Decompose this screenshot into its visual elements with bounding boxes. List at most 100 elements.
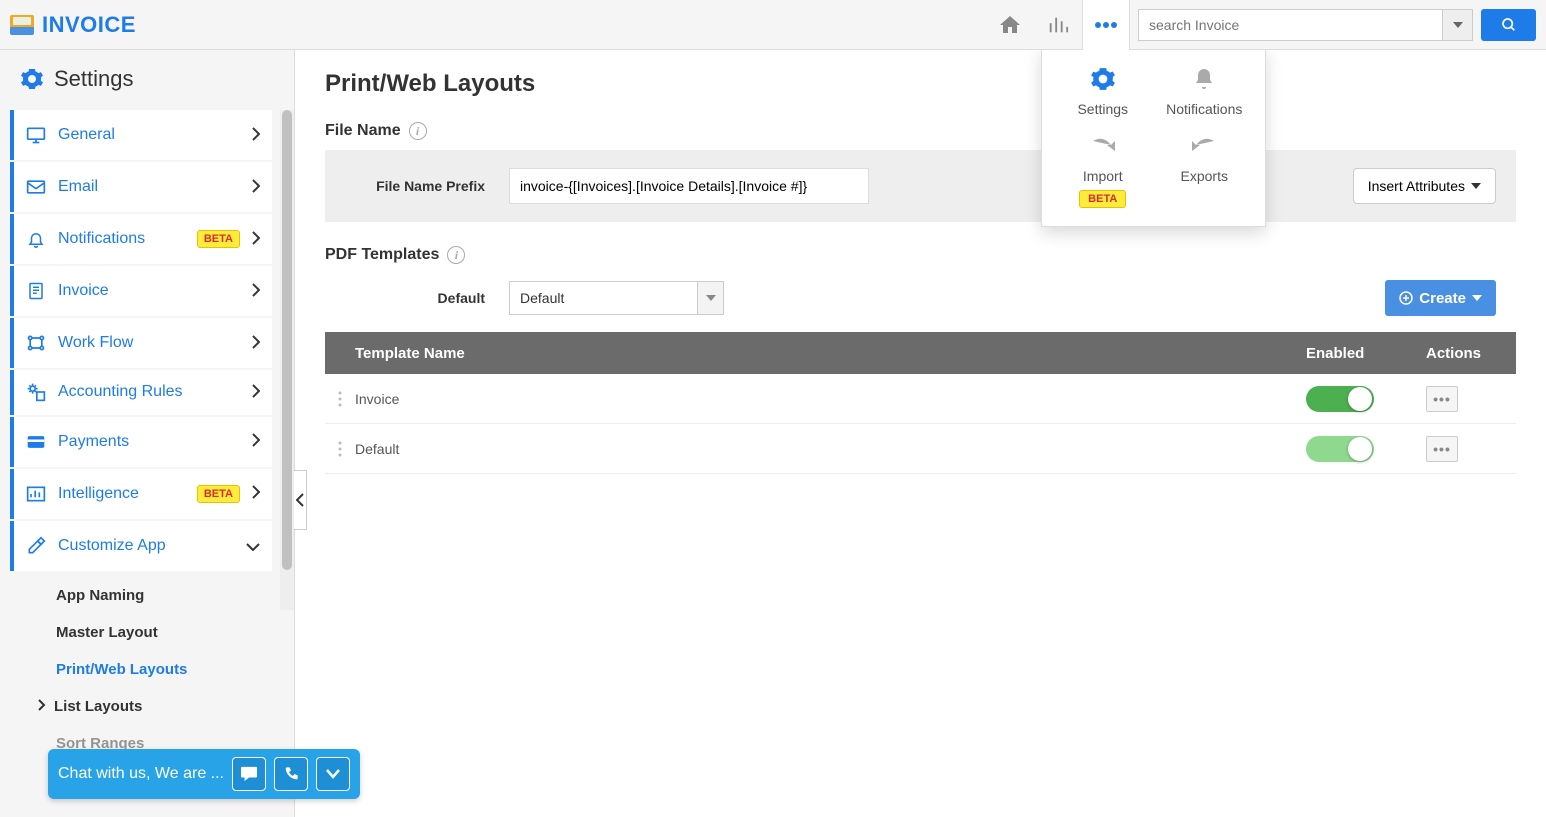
chevron-right-icon [252, 283, 260, 300]
th-template-name: Template Name [355, 345, 1306, 362]
sidebar-item-workflow[interactable]: Work Flow [10, 318, 272, 368]
enabled-toggle[interactable] [1306, 386, 1374, 412]
chart-icon[interactable] [1034, 0, 1082, 50]
file-name-prefix-input[interactable] [509, 168, 869, 204]
sub-item-label: List Layouts [54, 698, 142, 715]
info-icon[interactable]: i [447, 246, 465, 264]
chat-message-button[interactable] [232, 757, 266, 791]
sidebar-item-accounting-rules[interactable]: Accounting Rules [10, 370, 272, 415]
search-dropdown-toggle[interactable] [1443, 9, 1473, 41]
file-name-prefix-label: File Name Prefix [345, 178, 495, 194]
sidebar-header: Settings [0, 50, 294, 108]
mail-icon [26, 179, 46, 195]
sidebar-item-label: Email [58, 178, 240, 196]
default-template-row: Default Default Create [325, 274, 1516, 322]
workflow-icon [26, 334, 46, 352]
select-value: Default [520, 290, 564, 306]
sidebar-scroll[interactable]: General Email Notifications BETA Invoice [0, 108, 294, 817]
button-label: Insert Attributes [1368, 178, 1465, 194]
row-actions-button[interactable]: ••• [1426, 386, 1458, 412]
chevron-right-icon [252, 335, 260, 352]
insert-attributes-button[interactable]: Insert Attributes [1353, 168, 1496, 204]
sidebar-collapse-handle[interactable] [294, 470, 307, 530]
sub-item-list-layouts[interactable]: List Layouts [30, 688, 282, 725]
sidebar-item-notifications[interactable]: Notifications BETA [10, 214, 272, 264]
sidebar-item-intelligence[interactable]: Intelligence BETA [10, 469, 272, 519]
table-header: Template Name Enabled Actions [325, 332, 1516, 374]
search-button[interactable] [1481, 9, 1536, 41]
button-label: Create [1419, 290, 1466, 307]
beta-badge: BETA [1079, 190, 1126, 208]
dd-item-label: Notifications [1166, 101, 1242, 117]
analytics-icon [26, 485, 46, 503]
app-name: INVOICE [42, 12, 136, 38]
search-box [1138, 9, 1536, 41]
template-name: Default [355, 441, 1306, 457]
table-row: Invoice ••• [325, 374, 1516, 424]
gear-doc-icon [26, 382, 46, 402]
template-name: Invoice [355, 391, 1306, 407]
dd-item-label: Exports [1181, 168, 1228, 184]
chevron-right-icon [252, 179, 260, 196]
drag-handle-icon[interactable] [325, 441, 355, 457]
topbar: INVOICE [0, 0, 1546, 50]
drag-handle-icon[interactable] [325, 391, 355, 407]
section-label: File Name [325, 122, 401, 140]
table-row: Default ••• [325, 424, 1516, 474]
invoice-logo-icon [10, 15, 34, 35]
chat-call-button[interactable] [274, 757, 308, 791]
sub-item-app-naming[interactable]: App Naming [30, 577, 282, 614]
scrollbar-thumb[interactable] [282, 110, 292, 570]
file-name-row: File Name Prefix Insert Attributes [325, 150, 1516, 222]
th-enabled: Enabled [1306, 345, 1426, 362]
sub-item-master-layout[interactable]: Master Layout [30, 614, 282, 651]
th-actions: Actions [1426, 345, 1516, 362]
chat-text: Chat with us, We are ... [58, 765, 224, 783]
dd-item-exports[interactable]: Exports [1154, 137, 1256, 208]
sidebar-item-label: Intelligence [58, 485, 185, 503]
templates-table: Template Name Enabled Actions Invoice ••… [325, 332, 1516, 474]
home-icon[interactable] [986, 0, 1034, 50]
chevron-right-icon [252, 485, 260, 502]
sidebar-item-label: Work Flow [58, 334, 240, 352]
beta-badge: BETA [197, 230, 240, 248]
chevron-right-icon [252, 231, 260, 248]
bell-icon [1192, 66, 1216, 95]
sidebar-item-customize-app[interactable]: Customize App [10, 521, 272, 571]
more-menu-icon[interactable] [1082, 0, 1130, 50]
sidebar: Settings General Email Notifications BET… [0, 50, 295, 817]
sub-item-label: App Naming [56, 587, 144, 604]
enabled-toggle[interactable] [1306, 436, 1374, 462]
bell-icon [26, 229, 46, 249]
info-icon[interactable]: i [409, 122, 427, 140]
row-actions-button[interactable]: ••• [1426, 436, 1458, 462]
sidebar-item-invoice[interactable]: Invoice [10, 266, 272, 316]
pdf-templates-section-title: PDF Templates i [325, 246, 1516, 264]
create-button[interactable]: Create [1385, 280, 1496, 316]
sidebar-item-general[interactable]: General [10, 110, 272, 160]
plus-circle-icon [1399, 291, 1413, 305]
default-label: Default [345, 290, 495, 306]
card-icon [26, 434, 46, 450]
document-icon [26, 281, 46, 301]
search-input[interactable] [1138, 9, 1443, 41]
customize-app-subitems: App Naming Master Layout Print/Web Layou… [0, 573, 282, 766]
dd-item-import[interactable]: Import BETA [1052, 137, 1154, 208]
chat-widget[interactable]: Chat with us, We are ... [48, 749, 360, 799]
dd-item-notifications[interactable]: Notifications [1154, 66, 1256, 117]
sub-item-print-web-layouts[interactable]: Print/Web Layouts [30, 651, 282, 688]
select-dropdown-handle[interactable] [697, 282, 723, 314]
gear-icon [1090, 66, 1116, 95]
beta-badge: BETA [197, 485, 240, 503]
default-select[interactable]: Default [509, 281, 724, 315]
dd-item-label: Settings [1077, 101, 1128, 117]
chevron-right-icon [252, 384, 260, 401]
sidebar-scrollbar[interactable] [280, 110, 294, 610]
sidebar-item-email[interactable]: Email [10, 162, 272, 212]
dd-item-settings[interactable]: Settings [1052, 66, 1154, 117]
logo-area: INVOICE [10, 12, 136, 38]
caret-down-icon [1471, 183, 1481, 189]
chat-toggle-button[interactable] [316, 757, 350, 791]
sidebar-item-payments[interactable]: Payments [10, 417, 272, 467]
sidebar-item-label: General [58, 126, 240, 144]
